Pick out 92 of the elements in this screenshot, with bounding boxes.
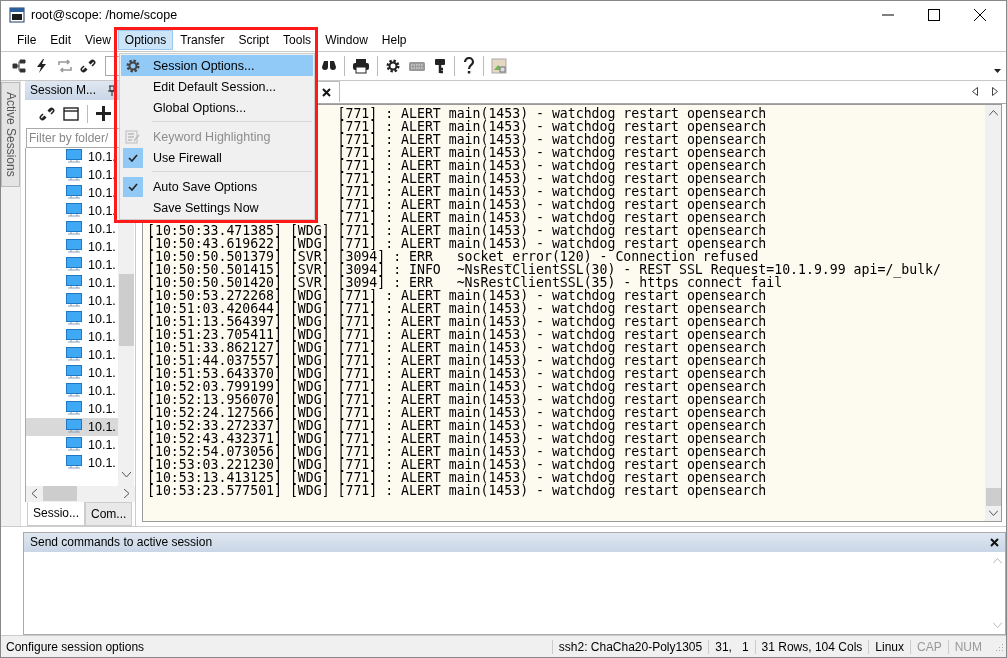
session-item[interactable]: 10.1. (26, 147, 118, 166)
session-item[interactable]: 10.1. (26, 255, 118, 274)
menu-item[interactable]: View (78, 30, 118, 51)
log-line: [10:52:24.127566] [WDG] [771] : ALERT main(1453) - watchdog restart opensearch (147, 405, 767, 419)
session-label: 10.1. (88, 401, 116, 416)
session-label: 10.1. (88, 329, 116, 344)
session-label: 10.1. (88, 347, 116, 362)
session-item[interactable]: 10.1. (26, 237, 118, 256)
menu-item[interactable]: Tools (276, 30, 319, 51)
log-line: [10:51:53.643370] [WDG] [771] : ALERT main(1453) - watchdog restart opensearch (147, 366, 767, 380)
session-item[interactable]: 10.1. (26, 309, 118, 328)
log-line: [771] : ALERT main(1453) - watchdog restart opensearch (337, 210, 767, 224)
log-line: [10:50:33.471385] [WDG] [771] : ALERT main(1453) - watchdog restart opensearch (147, 223, 767, 237)
session-label: 10.1. (88, 149, 116, 164)
menu-item[interactable]: Options (117, 30, 174, 51)
log-line: [771] : ALERT main(1453) - watchdog restart opensearch (337, 132, 767, 146)
menu-option[interactable]: Global Options... (121, 97, 313, 118)
session-label: 10.1. (88, 293, 116, 308)
log-line: [771] : ALERT main(1453) - watchdog restart opensearch (337, 106, 767, 120)
log-line: [10:51:44.037557] [WDG] [771] : ALERT main(1453) - watchdog restart opensearch (147, 353, 767, 367)
log-line: [10:52:13.956070] [WDG] [771] : ALERT main(1453) - watchdog restart opensearch (147, 392, 767, 406)
menu-option[interactable]: Session Options... (121, 55, 313, 76)
status-pane: ssh2: ChaCha20-Poly1305 (551, 639, 709, 654)
log-line: [10:51:03.420644] [WDG] [771] : ALERT main(1453) - watchdog restart opensearch (147, 301, 767, 315)
status-pane: 31, 1 (708, 639, 755, 654)
session-item[interactable]: 10.1. (26, 327, 118, 346)
session-item[interactable]: 10.1. (26, 363, 118, 382)
session-label: 10.1. (88, 455, 116, 470)
session-item[interactable]: 10.1. (26, 417, 118, 436)
menu-option[interactable]: Auto Save Options (121, 176, 313, 197)
status-pane: NUM (947, 639, 988, 654)
session-label: 10.1. (88, 437, 116, 452)
session-item[interactable]: 10.1. (26, 183, 118, 202)
log-line: [10:53:23.577501] [WDG] [771] : ALERT main(1453) - watchdog restart opensearch (147, 483, 767, 497)
status-pane: 31 Rows, 104 Cols (754, 639, 869, 654)
session-item[interactable]: 10.1. (26, 201, 118, 220)
session-label: 10.1. (88, 257, 116, 272)
menu-option[interactable]: Save Settings Now (121, 197, 313, 218)
log-line: [10:52:03.799199] [WDG] [771] : ALERT main(1453) - watchdog restart opensearch (147, 379, 767, 393)
side-tab[interactable]: Active Sessions (1, 81, 20, 187)
menu-item[interactable]: Window (318, 30, 375, 51)
session-item[interactable]: 10.1. (26, 165, 118, 184)
session-label: 10.1. (88, 419, 116, 434)
filter-field[interactable]: Filter by folder/ (26, 127, 122, 148)
session-label: 10.1. (88, 365, 116, 380)
menu-option[interactable]: Use Firewall (121, 147, 313, 168)
session-item[interactable]: 10.1. (26, 453, 118, 472)
log-line: [771] : ALERT main(1453) - watchdog restart opensearch (337, 158, 767, 172)
log-line: [10:51:33.862127] [WDG] [771] : ALERT main(1453) - watchdog restart opensearch (147, 340, 767, 354)
status-pane: CAP (910, 639, 948, 654)
log-line: [10:52:43.432371] [WDG] [771] : ALERT main(1453) - watchdog restart opensearch (147, 431, 767, 445)
log-line: [771] : ALERT main(1453) - watchdog restart opensearch (337, 184, 767, 198)
log-line: [10:50:43.619622] [WDG] [771] : ALERT main(1453) - watchdog restart opensearch (147, 236, 767, 250)
session-label: 10.1. (88, 221, 116, 236)
session-label: 10.1. (88, 203, 116, 218)
session-label: 10.1. (88, 311, 116, 326)
log-line: [10:50:50.501415] [SVR] [3094] : INFO ~NsRestClientSSL(30) - REST SSL Request=10.1.9.99 api=/_bulk/ (147, 262, 941, 276)
panel-tab[interactable]: Sessio... (27, 501, 86, 526)
menu-item[interactable]: Script (231, 30, 277, 51)
menu-item[interactable]: Edit (43, 30, 79, 51)
log-line: [10:51:23.705411] [WDG] [771] : ALERT main(1453) - watchdog restart opensearch (147, 327, 767, 341)
log-line: [10:52:54.073056] [WDG] [771] : ALERT main(1453) - watchdog restart opensearch (147, 444, 767, 458)
menu-item[interactable]: Transfer (173, 30, 232, 51)
session-item[interactable]: 10.1. (26, 345, 118, 364)
session-label: 10.1. (88, 239, 116, 254)
log-line: [771] : ALERT main(1453) - watchdog restart opensearch (337, 119, 767, 133)
panel-title: Send commands to active session (30, 535, 213, 550)
log-line: [10:52:33.272337] [WDG] [771] : ALERT main(1453) - watchdog restart opensearch (147, 418, 767, 432)
session-item[interactable]: 10.1. (26, 399, 118, 418)
session-label: 10.1. (88, 185, 116, 200)
menu-item[interactable]: File (10, 30, 44, 51)
menu-item[interactable]: Help (374, 30, 414, 51)
log-line: [10:53:13.413125] [WDG] [771] : ALERT main(1453) - watchdog restart opensearch (147, 470, 767, 484)
session-item[interactable]: 10.1. (26, 381, 118, 400)
session-item[interactable]: 10.1. (26, 273, 118, 292)
window-title: root@scope: /home/scope (31, 8, 178, 23)
status-message: Configure session options (5, 639, 145, 654)
log-line: [771] : ALERT main(1453) - watchdog restart opensearch (337, 197, 767, 211)
log-line: [10:53:03.221230] [WDG] [771] : ALERT main(1453) - watchdog restart opensearch (147, 457, 767, 471)
panel-title: Session M... (30, 83, 97, 98)
session-item[interactable]: 10.1. (26, 219, 118, 238)
status-pane: Linux (868, 639, 910, 654)
session-label: 10.1. (88, 167, 116, 182)
log-line: [771] : ALERT main(1453) - watchdog restart opensearch (337, 171, 767, 185)
log-line: [771] : ALERT main(1453) - watchdog restart opensearch (337, 145, 767, 159)
menu-option[interactable]: Edit Default Session... (121, 76, 313, 97)
session-item[interactable]: 10.1. (26, 435, 118, 454)
panel-tab[interactable]: Com... (85, 501, 133, 526)
session-item[interactable]: 10.1. (26, 291, 118, 310)
session-label: 10.1. (88, 275, 116, 290)
session-label: 10.1. (88, 383, 116, 398)
log-line: [10:51:13.564397] [WDG] [771] : ALERT main(1453) - watchdog restart opensearch (147, 314, 767, 328)
